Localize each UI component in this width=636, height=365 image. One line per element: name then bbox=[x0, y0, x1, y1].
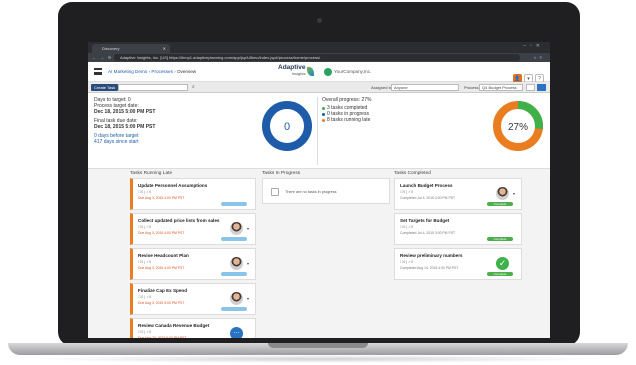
create-task-button[interactable]: Create Task bbox=[91, 84, 119, 91]
process-select[interactable]: Q4 Budget Process bbox=[479, 84, 523, 91]
search-icon[interactable]: ⌕ bbox=[192, 84, 195, 90]
chevron-down-icon[interactable]: ▾ bbox=[247, 226, 249, 231]
chevron-down-icon[interactable]: ▾ bbox=[513, 191, 515, 196]
expand-icon[interactable] bbox=[537, 84, 546, 91]
breadcrumb-link-demo[interactable]: AI Marketing Demo bbox=[108, 69, 147, 74]
task-card[interactable]: Finalize Cap Ex Spend ☐0 | ✓0 Due Aug 3, 2… bbox=[130, 283, 256, 315]
summary-divider bbox=[317, 97, 318, 165]
days-ring-value: 0 bbox=[284, 121, 290, 133]
breadcrumb-current: Overview bbox=[176, 69, 197, 74]
process-target-value: Dec 18, 2015 5:00 PM PST bbox=[94, 109, 156, 115]
status-pill bbox=[221, 237, 247, 241]
assigned-label: Assigned to: bbox=[371, 85, 394, 90]
progress-column-title: Tasks In Progress bbox=[262, 171, 301, 176]
task-title[interactable]: Update Personnel Assumptions bbox=[138, 183, 255, 188]
browser-tab-bar: Discovery ✕ –▫✕ bbox=[88, 42, 550, 53]
days-ring-chart: 0 bbox=[262, 101, 312, 151]
avatar[interactable] bbox=[230, 292, 243, 305]
empty-state-text: There are no tasks in progress bbox=[285, 190, 337, 194]
laptop-notch bbox=[268, 343, 368, 348]
task-meta: ☐0 | ✓0 bbox=[400, 225, 414, 229]
breadcrumb-link-processes[interactable]: Processes bbox=[151, 69, 172, 74]
logo-main-text: Adaptive bbox=[278, 64, 306, 71]
browser-tab[interactable]: Discovery ✕ bbox=[92, 44, 170, 53]
avatar[interactable] bbox=[230, 222, 243, 235]
company-name: YourCompany,Inc. bbox=[334, 69, 372, 75]
overall-progress: Overall progress: 27% bbox=[322, 97, 372, 103]
browser-tools-icons[interactable]: ☆≡ bbox=[533, 53, 545, 62]
logo-sub-text: Insights bbox=[291, 71, 306, 76]
leaf-icon bbox=[307, 67, 315, 76]
hamburger-menu-icon[interactable] bbox=[94, 68, 102, 75]
settings-icon[interactable] bbox=[526, 84, 535, 91]
progress-summary: Overall progress: 27% 3 tasks completed … bbox=[322, 97, 371, 123]
task-due-date: Due Aug 3, 2015 4:00 PM PST bbox=[138, 196, 185, 200]
task-card[interactable]: Revise Headcount Plan ☐0 | ✓0 Due Aug 3, 2… bbox=[130, 248, 256, 280]
completed-tasks-column: Launch Budget Process ☐0 | ✓0 Completed Ju… bbox=[394, 178, 522, 283]
task-title[interactable]: Set Targets for Budget bbox=[400, 218, 521, 223]
chevron-down-icon[interactable]: ▾ bbox=[247, 296, 249, 301]
final-due-value: Dec 18, 2015 5:00 PM PST bbox=[94, 124, 156, 130]
window-controls[interactable]: –▫✕ bbox=[523, 43, 544, 49]
browser-address-bar: ←→⟳ Adaptive Insights, Inc. [US] https:/… bbox=[88, 53, 550, 62]
task-card[interactable]: Update Personnel Assumptions ☐0 | ✓0 Due A… bbox=[130, 178, 256, 210]
status-badge: Complete bbox=[487, 237, 513, 241]
laptop-screen: Discovery ✕ –▫✕ ←→⟳ Adaptive Insights, I… bbox=[88, 42, 550, 338]
close-tab-icon[interactable]: ✕ bbox=[163, 44, 166, 53]
task-card[interactable]: Launch Budget Process ☐0 | ✓0 Completed Ju… bbox=[394, 178, 522, 210]
empty-state: There are no tasks in progress bbox=[262, 178, 390, 204]
company-logo: YourCompany,Inc. bbox=[324, 68, 371, 76]
browser-nav-icons[interactable]: ←→⟳ bbox=[92, 53, 115, 62]
webcam-icon bbox=[317, 18, 322, 23]
company-icon bbox=[324, 68, 332, 76]
breadcrumb: AI Marketing Demo › Processes › Overview bbox=[108, 69, 196, 74]
laptop-shadow bbox=[30, 355, 606, 363]
task-card[interactable]: Collect updated price lists from sales ☐0… bbox=[130, 213, 256, 245]
process-label: Process: bbox=[464, 85, 480, 90]
avatar[interactable] bbox=[230, 257, 243, 270]
progress-ring-value: 27% bbox=[508, 122, 528, 133]
status-pill bbox=[221, 272, 247, 276]
task-due-date: Completed Jul 4, 2015 3:00 PM PST bbox=[400, 231, 456, 235]
task-meta: ☐0 | ✓0 bbox=[138, 190, 152, 194]
status-badge: Complete bbox=[487, 202, 513, 206]
late-tasks-column: Update Personnel Assumptions ☐0 | ✓0 Due A… bbox=[130, 178, 256, 338]
assigned-select[interactable]: Anyone bbox=[391, 84, 459, 91]
status-pill bbox=[221, 202, 247, 206]
progress-tasks-column: There are no tasks in progress bbox=[262, 178, 390, 204]
empty-tasks-icon bbox=[271, 188, 279, 196]
task-card[interactable]: Review preliminary numbers ☐0 | ✓0 Complet… bbox=[394, 248, 522, 280]
process-summary: Days to target: 0 Process target date: D… bbox=[88, 93, 550, 169]
chevron-down-icon[interactable]: ▾ bbox=[247, 261, 249, 266]
avatar[interactable] bbox=[496, 187, 509, 200]
late-column-title: Tasks Running Late bbox=[130, 171, 173, 176]
adaptive-insights-logo: Adaptive Insights bbox=[278, 64, 315, 77]
completed-column-title: Tasks Completed bbox=[394, 171, 431, 176]
app-header: AI Marketing Demo › Processes › Overview… bbox=[88, 62, 550, 83]
url-field[interactable]: Adaptive Insights, Inc. [US] https://lhm… bbox=[114, 54, 520, 61]
process-toolbar: Create Task ⌕ Assigned to: Anyone Proces… bbox=[88, 82, 550, 93]
status-pill bbox=[221, 307, 247, 311]
progress-ring-chart: 27% bbox=[493, 101, 543, 151]
task-card[interactable]: Review Canada Revenue Budget ☐0 | ✓0 Due N… bbox=[130, 318, 256, 338]
task-card[interactable]: Set Targets for Budget ☐0 | ✓0 Completed J… bbox=[394, 213, 522, 245]
check-icon[interactable]: ✓ bbox=[496, 257, 509, 270]
browser-tab-title: Discovery bbox=[102, 46, 120, 51]
days-since-start: 417 days since start bbox=[94, 139, 139, 145]
tasks-running-late: 8 tasks running late bbox=[322, 117, 371, 123]
search-input[interactable] bbox=[118, 84, 188, 91]
target-summary: Days to target: 0 Process target date: D… bbox=[94, 97, 155, 145]
status-badge: Complete bbox=[487, 272, 513, 276]
more-icon[interactable]: … bbox=[230, 327, 243, 338]
